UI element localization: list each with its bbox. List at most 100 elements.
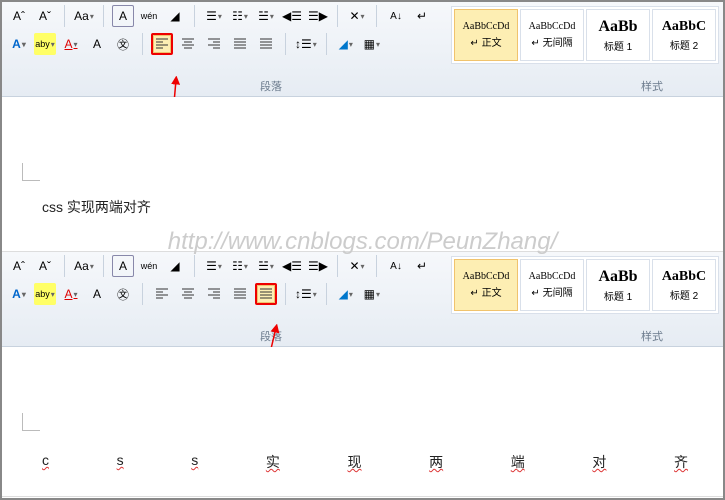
numbering-icon: ☷ xyxy=(232,259,243,273)
increase-indent-button[interactable]: ☰▶ xyxy=(307,255,329,277)
multilevel-button[interactable]: ☱▾ xyxy=(255,255,277,277)
align-left-button[interactable] xyxy=(151,283,173,305)
borders-button[interactable]: ▦▾ xyxy=(361,33,383,55)
change-case-button[interactable]: Aa▾ xyxy=(73,5,95,27)
align-left-button[interactable] xyxy=(151,33,173,55)
increase-indent-button[interactable]: ☰▶ xyxy=(307,5,329,27)
style-box-正文[interactable]: AaBbCcDd↵ 正文 xyxy=(454,259,518,311)
shading-button[interactable]: ◢▾ xyxy=(335,283,357,305)
sort-button[interactable]: A↓ xyxy=(385,255,407,277)
enclose-button[interactable]: ㉆ xyxy=(112,33,134,55)
style-box-标题 1[interactable]: AaBb 标题 1 xyxy=(586,9,650,61)
shrink-font-button[interactable]: Aˇ xyxy=(34,255,56,277)
grow-font-button[interactable]: Aˆ xyxy=(8,255,30,277)
style-box-正文[interactable]: AaBbCcDd↵ 正文 xyxy=(454,9,518,61)
doc1-text: css 实现两端对齐 xyxy=(42,197,693,217)
char-border-button[interactable]: A xyxy=(112,5,134,27)
char-shading-button[interactable]: A xyxy=(86,33,108,55)
clear-format-button[interactable]: ◢ xyxy=(164,5,186,27)
font-color-button[interactable]: A▾ xyxy=(60,33,82,55)
grow-font-button[interactable]: Aˆ xyxy=(8,5,30,27)
separator xyxy=(142,283,143,305)
change-case-button[interactable]: Aa▾ xyxy=(73,255,95,277)
style-box-标题 1[interactable]: AaBb标题 1 xyxy=(586,259,650,311)
shrink-font-button[interactable]: Aˇ xyxy=(34,5,56,27)
highlight-button[interactable]: aby▾ xyxy=(34,33,56,55)
increase-indent-icon: ☰▶ xyxy=(308,9,328,23)
ribbon-1: Aˆ Aˇ Aa▾ A wén ◢ ☰▾ ☷▾ ☱▾ ◀☰ ☰▶ ✕▾ A↓ ↵… xyxy=(2,2,723,97)
line-spacing-button[interactable]: ↕☰▾ xyxy=(294,33,318,55)
char-border-button[interactable]: A xyxy=(112,255,134,277)
distribute-button[interactable] xyxy=(255,33,277,55)
multilevel-icon: ☱ xyxy=(258,259,269,273)
style-box-标题 2[interactable]: AaBbC标题 2 xyxy=(652,9,716,61)
change-case-label: Aa xyxy=(74,9,89,23)
eraser-icon: ◢ xyxy=(170,9,179,23)
doc2-char: s xyxy=(191,452,198,472)
style-sample: AaBbCcDd xyxy=(463,21,510,32)
enclose-button[interactable]: ㉆ xyxy=(112,283,134,305)
numbering-icon: ☷ xyxy=(232,9,243,23)
show-marks-button[interactable]: ↵ xyxy=(411,5,433,27)
char-shading-button[interactable]: A xyxy=(86,283,108,305)
decrease-indent-button[interactable]: ◀☰ xyxy=(281,255,303,277)
watermark-text: http://www.cnblogs.com/PeunZhang/ xyxy=(2,228,723,256)
shading-button[interactable]: ◢▾ xyxy=(335,33,357,55)
sort-icon: A↓ xyxy=(390,11,402,22)
align-right-button[interactable] xyxy=(203,283,225,305)
style-sample: AaBb xyxy=(598,18,637,36)
align-right-button[interactable] xyxy=(203,33,225,55)
phonetic-button[interactable]: wén xyxy=(138,5,160,27)
page-corner xyxy=(22,413,40,431)
phonetic-button[interactable]: wén xyxy=(138,255,160,277)
line-spacing-icon: ↕☰ xyxy=(295,37,312,51)
font-color2-button[interactable]: A▾ xyxy=(8,33,30,55)
eraser-icon: ◢ xyxy=(170,259,179,273)
sort-button[interactable]: A↓ xyxy=(385,5,407,27)
separator xyxy=(103,5,104,27)
separator xyxy=(285,283,286,305)
doc2-char: 齐 xyxy=(674,452,688,472)
align-center-icon xyxy=(180,36,196,52)
separator xyxy=(64,5,65,27)
font-color2-button[interactable]: A▾ xyxy=(8,283,30,305)
decrease-indent-button[interactable]: ◀☰ xyxy=(281,5,303,27)
text-direction-button[interactable]: ✕▾ xyxy=(346,5,368,27)
font-color-label: A xyxy=(64,37,72,51)
style-sample: AaBbCcDd xyxy=(529,271,576,282)
align-center-button[interactable] xyxy=(177,283,199,305)
numbering-button[interactable]: ☷▾ xyxy=(229,255,251,277)
style-name: ↵ 无间隔 xyxy=(531,284,572,299)
multilevel-icon: ☱ xyxy=(258,9,269,23)
text-direction-icon: ✕ xyxy=(349,9,359,23)
styles-group-label: 样式 xyxy=(641,328,663,344)
borders-icon: ▦ xyxy=(364,37,375,51)
style-box-标题 2[interactable]: AaBbC标题 2 xyxy=(652,259,716,311)
highlight-button[interactable]: aby▾ xyxy=(34,283,56,305)
text-direction-button[interactable]: ✕▾ xyxy=(346,255,368,277)
borders-button[interactable]: ▦▾ xyxy=(361,283,383,305)
line-spacing-button[interactable]: ↕☰▾ xyxy=(294,283,318,305)
doc2-char: 两 xyxy=(429,452,443,472)
shrink-font-label: Aˇ xyxy=(39,9,51,23)
show-marks-button[interactable]: ↵ xyxy=(411,255,433,277)
style-name: 标题 1 xyxy=(604,38,632,53)
align-right-icon xyxy=(206,36,222,52)
justify-button[interactable] xyxy=(229,283,251,305)
distribute-button[interactable] xyxy=(255,283,277,305)
align-left-icon xyxy=(154,286,170,302)
bullets-button[interactable]: ☰▾ xyxy=(203,5,225,27)
line-spacing-icon: ↕☰ xyxy=(295,287,312,301)
style-box-无间隔[interactable]: AaBbCcDd ↵ 无间隔 xyxy=(520,259,584,311)
multilevel-button[interactable]: ☱▾ xyxy=(255,5,277,27)
justify-button[interactable] xyxy=(229,33,251,55)
style-box-无间隔[interactable]: AaBbCcDd↵ 无间隔 xyxy=(520,9,584,61)
bucket-icon: ◢ xyxy=(339,37,348,51)
align-center-button[interactable] xyxy=(177,33,199,55)
distribute-icon xyxy=(258,36,274,52)
clear-format-button[interactable]: ◢ xyxy=(164,255,186,277)
font-color-button[interactable]: A▾ xyxy=(60,283,82,305)
style-name: 标题 2 xyxy=(670,287,698,302)
numbering-button[interactable]: ☷▾ xyxy=(229,5,251,27)
bullets-button[interactable]: ☰▾ xyxy=(203,255,225,277)
